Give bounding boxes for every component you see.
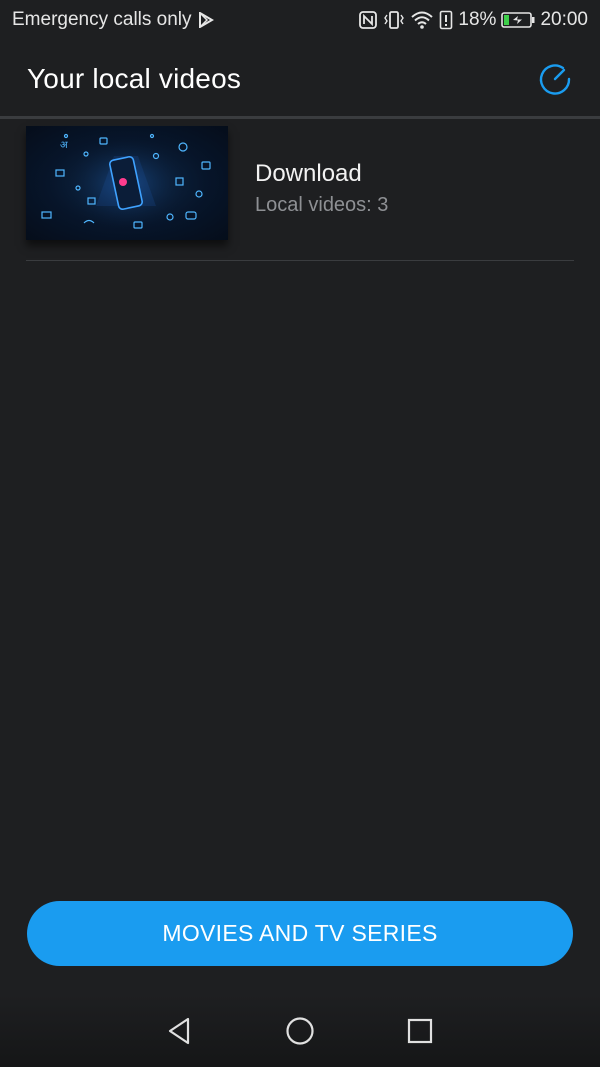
home-icon — [286, 1017, 314, 1045]
row-divider — [26, 260, 574, 261]
refresh-button[interactable] — [536, 60, 574, 98]
vibrate-icon — [383, 10, 405, 30]
folder-info: Download Local videos: 3 — [255, 160, 388, 217]
home-button[interactable] — [280, 1011, 320, 1051]
folder-video-count: Local videos: 3 — [255, 194, 389, 216]
status-left: Emergency calls only — [12, 9, 214, 31]
movies-and-tv-series-button[interactable]: MOVIES AND TV SERIES — [27, 901, 573, 966]
battery-charging-icon — [501, 11, 535, 29]
folder-thumbnail: अ — [26, 126, 228, 240]
app-bar: Your local videos — [0, 40, 600, 118]
wifi-icon — [410, 10, 434, 30]
battery-percent: 18% — [458, 9, 497, 30]
status-bar: Emergency calls only 18% 20:00 — [0, 0, 600, 40]
recents-icon — [407, 1018, 433, 1044]
recents-button[interactable] — [400, 1011, 440, 1051]
folder-item-download[interactable]: अ Download Local videos: 3 — [26, 126, 574, 260]
nfc-icon — [358, 10, 378, 30]
carrier-text: Emergency calls only — [12, 9, 192, 30]
navigation-bar — [0, 995, 600, 1067]
play-store-icon — [198, 12, 214, 28]
status-right: 18% 20:00 — [358, 9, 588, 31]
status-time: 20:00 — [540, 9, 588, 30]
screen: Emergency calls only 18% 20:00 Your loca… — [0, 0, 600, 1067]
app-bar-divider — [0, 116, 600, 119]
page-title: Your local videos — [27, 63, 242, 94]
back-icon — [168, 1017, 190, 1045]
back-button[interactable] — [160, 1011, 200, 1051]
alert-icon — [439, 10, 453, 30]
folder-name: Download — [255, 160, 362, 187]
refresh-icon — [539, 64, 571, 95]
svg-text:अ: अ — [60, 140, 68, 151]
